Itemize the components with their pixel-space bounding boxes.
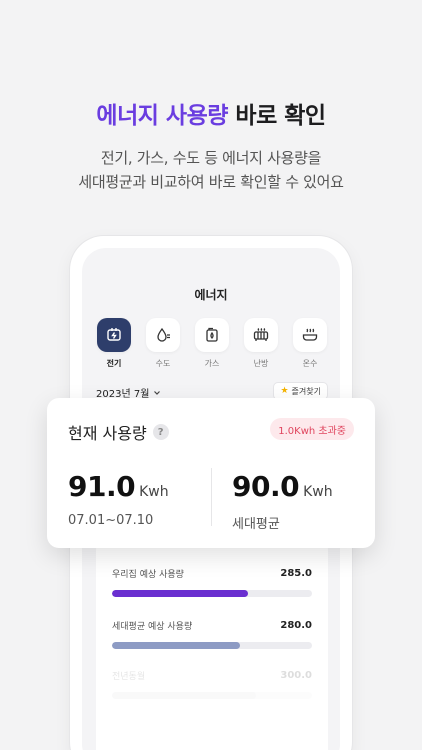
tab-water[interactable]: 수도	[145, 318, 181, 369]
bar-item-last-year: 전년동월 300.0	[112, 668, 312, 699]
bar-value: 285.0	[280, 567, 312, 579]
chevron-down-icon	[154, 390, 161, 395]
divider	[211, 468, 212, 526]
bar-track	[112, 692, 312, 699]
tab-electricity-label: 전기	[106, 359, 122, 368]
average-usage: 90.0 Kwh 세대평균	[232, 470, 333, 532]
status-badge: 1.0Kwh 초과중	[270, 418, 354, 440]
subtitle-line-1: 전기, 가스, 수도 등 에너지 사용량을	[100, 149, 322, 167]
hot-water-icon	[293, 318, 327, 352]
tab-heating[interactable]: 난방	[243, 318, 279, 369]
plug-icon	[97, 318, 131, 352]
usage-comparison-card: 우리집 예상 사용량 285.0 세대평균 예상 사용량 280.0 전년동월 …	[96, 538, 328, 750]
bar-item-average: 세대평균 예상 사용량 280.0	[112, 618, 312, 649]
heater-icon	[244, 318, 278, 352]
water-drop-icon	[146, 318, 180, 352]
bar-label: 전년동월	[112, 671, 146, 682]
tab-gas[interactable]: 가스	[194, 318, 230, 369]
bar-value: 300.0	[280, 669, 312, 681]
headline-accent: 에너지 사용량	[96, 103, 228, 129]
bar-item-mine: 우리집 예상 사용량 285.0	[112, 566, 312, 597]
category-tabs: 전기 수도 가스 난방 온수	[96, 318, 328, 369]
gas-can-icon	[195, 318, 229, 352]
bar-track	[112, 590, 312, 597]
bar-fill	[112, 642, 240, 649]
current-usage-title: 현재 사용량 ?	[68, 420, 169, 444]
tab-hot-water-label: 온수	[302, 359, 318, 368]
headline-rest: 바로 확인	[235, 103, 326, 129]
current-usage-title-text: 현재 사용량	[68, 424, 147, 443]
average-usage-unit: Kwh	[303, 484, 333, 500]
help-icon[interactable]: ?	[152, 424, 169, 440]
star-icon: ★	[280, 386, 289, 396]
bar-track	[112, 642, 312, 649]
bar-label: 세대평균 예상 사용량	[112, 621, 193, 632]
tab-heating-label: 난방	[253, 359, 269, 368]
tab-gas-label: 가스	[204, 359, 220, 368]
average-usage-label: 세대평균	[232, 517, 280, 532]
tab-water-label: 수도	[155, 359, 171, 368]
bar-label: 우리집 예상 사용량	[112, 569, 184, 580]
my-usage-unit: Kwh	[139, 484, 169, 500]
screen-title: 에너지	[194, 288, 228, 302]
my-usage-period: 07.01~07.10	[68, 513, 154, 528]
headline: 에너지 사용량 바로 확인	[0, 96, 422, 130]
my-usage-value: 91.0	[68, 470, 136, 503]
bar-fill	[112, 590, 248, 597]
favorite-label: 즐겨찾기	[291, 386, 321, 396]
subtitle: 전기, 가스, 수도 등 에너지 사용량을 세대평균과 비교하여 바로 확인할 …	[0, 146, 422, 194]
bar-value: 280.0	[280, 619, 312, 631]
my-usage: 91.0 Kwh 07.01~07.10	[68, 470, 169, 528]
current-usage-card: 현재 사용량 ? 1.0Kwh 초과중 91.0 Kwh 07.01~07.10 …	[47, 398, 375, 548]
bar-fill	[112, 692, 256, 699]
tab-electricity[interactable]: 전기	[96, 318, 132, 369]
tab-hot-water[interactable]: 온수	[292, 318, 328, 369]
subtitle-line-2: 세대평균과 비교하여 바로 확인할 수 있어요	[78, 173, 344, 191]
average-usage-value: 90.0	[232, 470, 300, 503]
